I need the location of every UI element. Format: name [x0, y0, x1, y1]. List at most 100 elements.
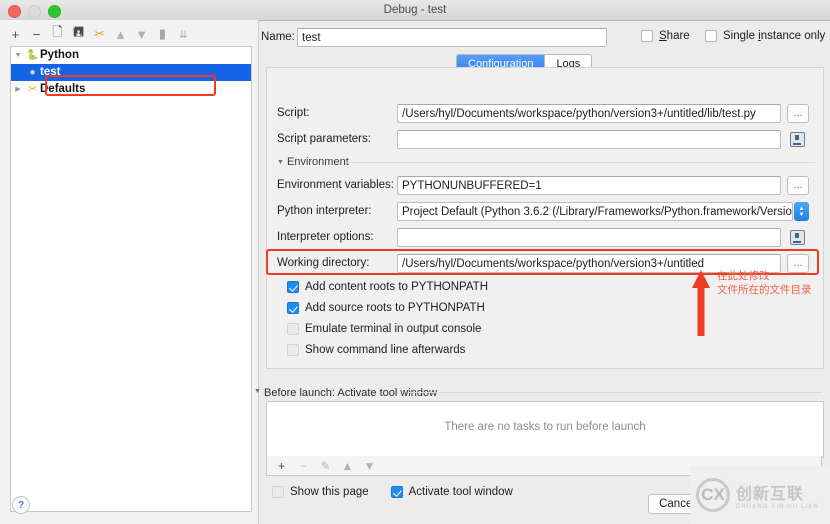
before-launch-label: Before launch: Activate tool window [264, 387, 437, 399]
debug-configuration-window: Debug - test + − 🗋 🖪 ✂ ▲ ▼ ▮ ⇊ ▼ 🐍 Pytho… [0, 0, 830, 524]
show-command-line-checkbox[interactable]: Show command line afterwards [287, 344, 465, 356]
emulate-terminal-checkbox-box[interactable] [287, 323, 299, 335]
annotation-text: 在此处修改 文件所在的文件目录 [717, 269, 827, 297]
show-command-line-checkbox-box[interactable] [287, 344, 299, 356]
environment-section-divider [345, 162, 815, 163]
move-down-icon[interactable]: ▼ [360, 456, 379, 475]
interpreter-options-input[interactable] [397, 228, 781, 247]
show-command-line-label: Show command line afterwards [305, 344, 465, 356]
before-launch-header: ▼ Before launch: Activate tool window [264, 387, 437, 399]
add-icon[interactable]: + [6, 25, 25, 44]
configurations-toolbar[interactable]: + − 🗋 🖪 ✂ ▲ ▼ ▮ ⇊ [6, 24, 193, 44]
title-bar: Debug - test [0, 0, 830, 21]
single-instance-checkbox-box[interactable] [705, 30, 717, 42]
python-interpreter-row: Python interpreter: Project Default (Pyt… [267, 202, 823, 222]
configurations-tree[interactable]: ▼ 🐍 Python ● test ▶ ✂ Defaults [10, 46, 252, 512]
tree-node-label: Python [40, 47, 79, 64]
activate-tool-window-label: Activate tool window [409, 486, 513, 498]
remove-task-icon[interactable]: − [294, 456, 313, 475]
python-icon: 🐍 [25, 47, 40, 64]
script-label: Script: [277, 107, 310, 119]
chevron-down-icon: ▼ [799, 212, 805, 218]
environment-variables-input[interactable]: PYTHONUNBUFFERED=1 [397, 176, 781, 195]
watermark-cn: 创新互联 [736, 480, 819, 504]
move-up-icon[interactable]: ▲ [338, 456, 357, 475]
annotation-arrow-icon [690, 270, 712, 336]
add-task-icon[interactable]: + [272, 456, 291, 475]
python-file-icon: ● [25, 64, 40, 81]
add-content-roots-checkbox-box[interactable] [287, 281, 299, 293]
tree-node-python[interactable]: ▼ 🐍 Python [11, 47, 251, 64]
add-content-roots-label: Add content roots to PYTHONPATH [305, 281, 488, 293]
window-title: Debug - test [0, 0, 830, 20]
python-interpreter-stepper-icon[interactable]: ▲ ▼ [794, 202, 809, 221]
activate-tool-window-checkbox[interactable]: Activate tool window [391, 486, 513, 498]
watermark: CX 创新互联 CHUANG XIN HU LIAN [690, 466, 830, 524]
share-checkbox[interactable]: SSharehare [641, 30, 690, 42]
add-content-roots-checkbox[interactable]: Add content roots to PYTHONPATH [287, 281, 488, 293]
add-source-roots-label: Add source roots to PYTHONPATH [305, 302, 485, 314]
name-row: Name: test SSharehare Single instance on… [258, 28, 830, 48]
tree-node-label: Defaults [40, 81, 85, 98]
expand-macros-icon [790, 230, 805, 245]
interpreter-options-macro-button[interactable] [789, 228, 806, 247]
watermark-text: 创新互联 CHUANG XIN HU LIAN [736, 480, 819, 510]
help-button[interactable]: ? [12, 496, 30, 514]
configurations-panel: + − 🗋 🖪 ✂ ▲ ▼ ▮ ⇊ ▼ 🐍 Python ● test ▶ [0, 20, 259, 524]
show-this-page-checkbox-box[interactable] [272, 486, 284, 498]
edit-task-icon[interactable]: ✎ [316, 456, 335, 475]
activate-tool-window-checkbox-box[interactable] [391, 486, 403, 498]
before-launch-options: Show this page Activate tool window [272, 486, 513, 498]
before-launch-toggle-icon[interactable]: ▼ [254, 388, 261, 395]
add-source-roots-checkbox-box[interactable] [287, 302, 299, 314]
working-directory-label: Working directory: [277, 257, 369, 269]
script-input[interactable]: /Users/hyl/Documents/workspace/python/ve… [397, 104, 781, 123]
add-source-roots-checkbox[interactable]: Add source roots to PYTHONPATH [287, 302, 485, 314]
script-parameters-macro-button[interactable] [789, 130, 806, 149]
before-launch-divider [408, 392, 822, 393]
configuration-form: Script: /Users/hyl/Documents/workspace/p… [266, 67, 824, 369]
environment-section-label: Environment [287, 156, 349, 168]
move-down-icon[interactable]: ▼ [132, 25, 151, 44]
chevron-right-icon[interactable]: ▶ [11, 81, 25, 98]
python-interpreter-label: Python interpreter: [277, 205, 372, 217]
environment-variables-label: Environment variables: [277, 179, 394, 191]
script-parameters-label: Script parameters: [277, 133, 371, 145]
script-parameters-input[interactable] [397, 130, 781, 149]
remove-icon[interactable]: − [27, 25, 46, 44]
name-input[interactable]: test [297, 28, 607, 47]
before-launch-task-list[interactable]: There are no tasks to run before launch [266, 401, 824, 458]
copy-icon[interactable]: 🗋 [48, 25, 67, 44]
script-row: Script: /Users/hyl/Documents/workspace/p… [267, 104, 823, 124]
chevron-down-icon[interactable]: ▼ [11, 47, 25, 64]
configuration-editor: Name: test SSharehare Single instance on… [258, 20, 830, 524]
show-this-page-label: Show this page [290, 486, 369, 498]
single-instance-checkbox[interactable]: Single instance only [705, 30, 825, 42]
emulate-terminal-label: Emulate terminal in output console [305, 323, 481, 335]
script-parameters-row: Script parameters: [267, 130, 823, 150]
save-icon[interactable]: 🖪 [69, 25, 88, 44]
watermark-logo-icon: CX [696, 478, 730, 512]
interpreter-options-row: Interpreter options: [267, 228, 823, 248]
single-instance-label: Single instance only [723, 30, 825, 42]
before-launch-empty-text: There are no tasks to run before launch [267, 421, 823, 433]
interpreter-options-label: Interpreter options: [277, 231, 374, 243]
environment-variables-row: Environment variables: PYTHONUNBUFFERED=… [267, 176, 823, 196]
tree-node-defaults[interactable]: ▶ ✂ Defaults [11, 81, 251, 98]
expand-macros-icon [790, 132, 805, 147]
share-checkbox-box[interactable] [641, 30, 653, 42]
share-label: SSharehare [659, 30, 690, 42]
folder-icon[interactable]: ▮ [153, 25, 172, 44]
name-label: Name: [261, 31, 295, 43]
environment-section-toggle-icon[interactable]: ▼ [277, 159, 284, 166]
show-this-page-checkbox[interactable]: Show this page [272, 486, 369, 498]
move-up-icon[interactable]: ▲ [111, 25, 130, 44]
environment-variables-browse-button[interactable]: ... [787, 176, 809, 195]
sort-icon[interactable]: ⇊ [174, 25, 193, 44]
python-interpreter-dropdown[interactable]: Project Default (Python 3.6.2 (/Library/… [397, 202, 793, 221]
tree-node-test[interactable]: ● test [11, 64, 251, 81]
script-browse-button[interactable]: ... [787, 104, 809, 123]
tree-node-label: test [40, 64, 60, 81]
emulate-terminal-checkbox[interactable]: Emulate terminal in output console [287, 323, 481, 335]
edit-templates-icon[interactable]: ✂ [90, 25, 109, 44]
